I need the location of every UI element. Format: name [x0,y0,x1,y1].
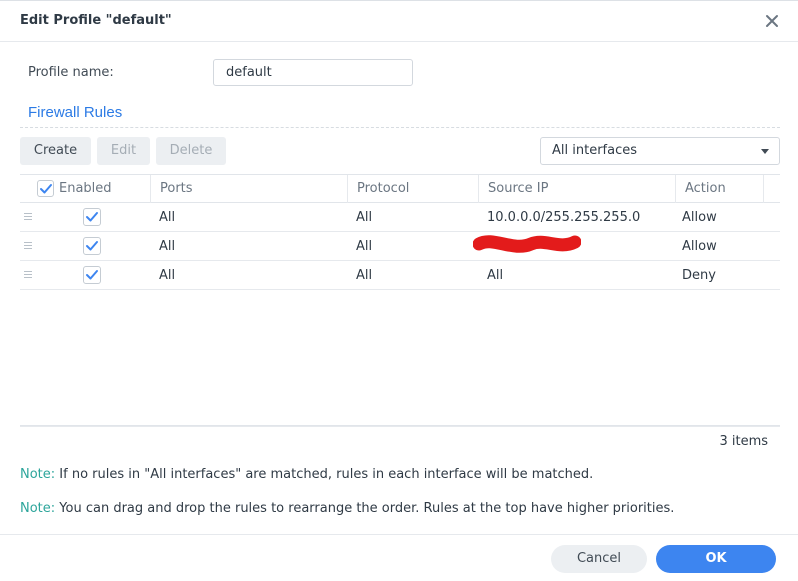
column-header-protocol[interactable]: Protocol [347,175,478,203]
cell-ports: All [159,210,176,225]
drag-handle-icon[interactable] [24,271,32,280]
create-button[interactable]: Create [20,137,91,165]
row-enabled-checkbox[interactable] [83,266,101,284]
drag-handle-icon[interactable] [24,213,32,222]
redaction-mark [472,234,582,260]
dialog-footer-divider [0,534,798,535]
cell-source-ip: 10.0.0.0/255.255.255.0 [487,210,641,225]
note-drag-drop: Note: You can drag and drop the rules to… [20,501,674,516]
cell-protocol: All [356,210,373,225]
cell-protocol: All [356,268,373,283]
profile-name-input[interactable]: default [213,59,413,86]
cancel-button[interactable]: Cancel [551,545,647,573]
select-all-checkbox[interactable] [37,180,54,197]
table-row[interactable]: All All All Deny [20,261,780,290]
column-header-source-ip[interactable]: Source IP [478,175,675,203]
column-header-ports[interactable]: Ports [150,175,347,203]
firewall-rules-title: Firewall Rules [28,104,123,121]
profile-name-label: Profile name: [28,65,114,80]
cell-action: Deny [682,268,716,283]
drag-handle-icon[interactable] [24,242,32,251]
cell-action: Allow [682,239,717,254]
cell-protocol: All [356,239,373,254]
interface-select-value: All interfaces [552,143,638,158]
dialog-title: Edit Profile "default" [20,13,172,28]
edit-profile-dialog: Edit Profile "default" Profile name: def… [0,0,798,581]
row-enabled-checkbox[interactable] [83,237,101,255]
dialog-titlebar: Edit Profile "default" [0,1,798,42]
firewall-rules-table: Enabled Ports Protocol Source IP Action … [20,174,780,426]
delete-button[interactable]: Delete [156,137,226,165]
close-icon[interactable] [762,11,782,31]
table-row[interactable]: All All 10.0.0.0/255.255.255.0 Allow [20,203,780,232]
note-interfaces: Note: If no rules in "All interfaces" ar… [20,467,593,482]
note-prefix: Note: [20,467,56,482]
column-header-enabled[interactable]: Enabled [37,175,151,203]
note-text: If no rules in "All interfaces" are matc… [59,467,594,482]
table-header: Enabled Ports Protocol Source IP Action [20,175,780,203]
column-label-enabled: Enabled [59,181,112,196]
note-text: You can drag and drop the rules to rearr… [59,501,675,516]
cell-ports: All [159,239,176,254]
cell-ports: All [159,268,176,283]
interface-select[interactable]: All interfaces [540,137,780,165]
cell-source-ip: All [487,268,504,283]
item-count: 3 items [719,434,768,449]
table-row[interactable]: All All Allow [20,232,780,261]
column-header-action[interactable]: Action [675,175,764,203]
edit-button[interactable]: Edit [97,137,150,165]
table-footer: 3 items [20,426,780,454]
note-prefix: Note: [20,501,56,516]
cell-action: Allow [682,210,717,225]
ok-button[interactable]: OK [656,545,776,573]
section-divider [20,127,780,128]
chevron-down-icon [761,149,769,154]
row-enabled-checkbox[interactable] [83,208,101,226]
